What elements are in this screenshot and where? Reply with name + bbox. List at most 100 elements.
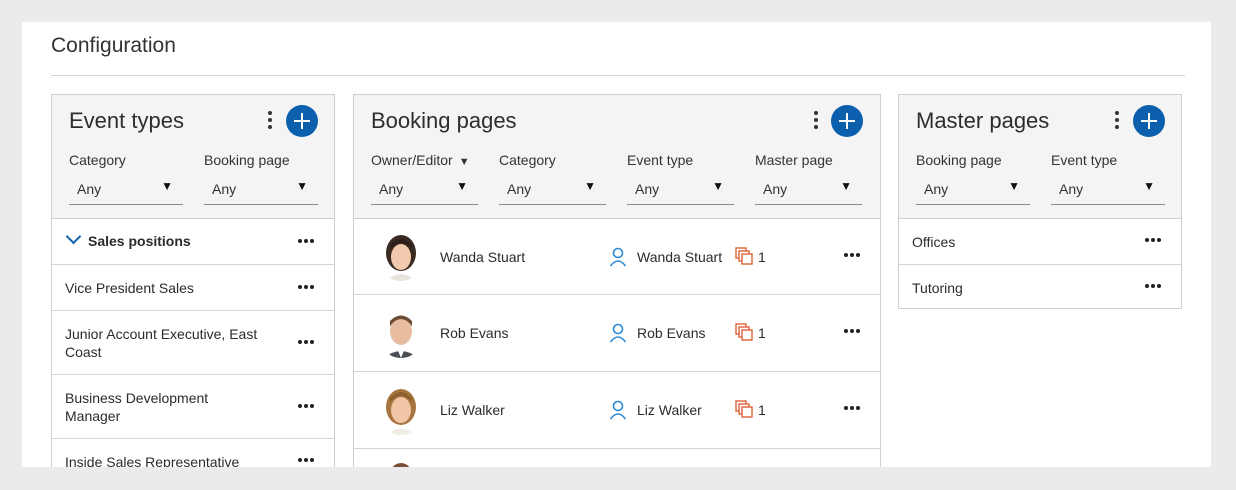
more-options-icon[interactable] — [298, 340, 318, 346]
more-options-icon[interactable] — [844, 406, 864, 412]
copies-count: 1 — [758, 249, 766, 265]
list-item[interactable]: Offices — [899, 219, 1181, 265]
filter-label: Booking page — [916, 152, 1002, 168]
booking-pages-filter-category: Category Any ▼ — [499, 152, 606, 205]
owner-name: Liz Walker — [637, 402, 702, 418]
select-value: Any — [635, 181, 660, 197]
list-item-label: Tutoring — [912, 280, 963, 296]
configuration-sheet: Configuration Event types Category Any ▼… — [22, 22, 1211, 467]
more-options-icon[interactable] — [844, 253, 864, 259]
more-options-icon[interactable] — [298, 404, 318, 410]
booking-pages-filter-master-page: Master page Any ▼ — [755, 152, 862, 205]
select-value: Any — [77, 181, 102, 197]
more-options-icon[interactable] — [844, 329, 864, 335]
master-pages-filter-event-type: Event type Any ▼ — [1051, 152, 1165, 205]
caret-down-icon: ▼ — [712, 179, 724, 193]
booking-pages-filter-event-type: Event type Any ▼ — [627, 152, 734, 205]
select-value: Any — [924, 181, 949, 197]
copy-icon — [735, 247, 753, 265]
select-value: Any — [507, 181, 532, 197]
copy-icon — [735, 400, 753, 418]
master-pages-menu-icon[interactable] — [1113, 111, 1121, 133]
booking-page-name: Wanda Stuart — [440, 249, 526, 265]
select-value: Any — [212, 181, 237, 197]
filter-label: Owner/Editor ▼ — [371, 152, 478, 174]
booking-page-row[interactable]: Liz Walker Liz Walker 1 — [354, 372, 880, 449]
select-value: Any — [1059, 181, 1084, 197]
event-type-select[interactable]: Any ▼ — [627, 174, 734, 205]
booking-pages-menu-icon[interactable] — [812, 111, 820, 133]
event-types-filter-category: Category Any ▼ — [69, 152, 183, 205]
list-item-label: Inside Sales Representative — [65, 454, 240, 467]
booking-pages-title: Booking pages — [371, 108, 517, 133]
caret-down-icon[interactable]: ▼ — [459, 156, 470, 168]
group-row-sales-positions[interactable]: Sales positions — [52, 219, 334, 265]
filter-label: Category — [499, 152, 556, 168]
copy-icon — [735, 323, 753, 341]
event-types-panel: Event types Category Any ▼ Booking page … — [51, 94, 335, 467]
master-pages-panel: Master pages Booking page Any ▼ Event ty… — [898, 94, 1182, 309]
title-divider — [51, 75, 1185, 76]
copies-count: 1 — [758, 325, 766, 341]
master-pages-header: Master pages Booking page Any ▼ Event ty… — [899, 95, 1181, 219]
booking-page-name: Liz Walker — [440, 402, 505, 418]
master-page-select[interactable]: Any ▼ — [755, 174, 862, 205]
filter-label: Event type — [1051, 152, 1118, 168]
filter-label: Booking page — [204, 152, 290, 168]
caret-down-icon: ▼ — [456, 179, 468, 193]
user-icon — [609, 323, 627, 343]
group-label: Sales positions — [88, 233, 191, 249]
copies-count: 1 — [758, 402, 766, 418]
booking-page-name: Rob Evans — [440, 325, 509, 341]
owner-name: Rob Evans — [637, 325, 706, 341]
event-types-menu-icon[interactable] — [266, 111, 274, 133]
list-item-label: Offices — [912, 234, 956, 250]
caret-down-icon: ▼ — [840, 179, 852, 193]
more-options-icon[interactable] — [1145, 238, 1165, 244]
list-item[interactable]: Vice President Sales — [52, 265, 334, 311]
booking-page-select[interactable]: Any ▼ — [204, 174, 318, 205]
avatar — [378, 463, 424, 467]
more-options-icon[interactable] — [298, 285, 318, 291]
select-value: Any — [379, 181, 404, 197]
owner-editor-select[interactable]: Any ▼ — [371, 174, 478, 205]
category-select[interactable]: Any ▼ — [69, 174, 183, 205]
event-types-filter-booking-page: Booking page Any ▼ — [204, 152, 318, 205]
caret-down-icon: ▼ — [161, 179, 173, 193]
caret-down-icon: ▼ — [1008, 179, 1020, 193]
list-item-label: Vice President Sales — [65, 280, 194, 296]
booking-page-select[interactable]: Any ▼ — [916, 174, 1030, 205]
list-item[interactable]: Tutoring — [899, 265, 1181, 308]
booking-pages-header: Booking pages Owner/Editor ▼ Any ▼ Catego… — [354, 95, 880, 219]
add-master-page-button[interactable] — [1133, 105, 1165, 137]
list-item-label: Business Development Manager — [65, 390, 209, 424]
booking-page-row[interactable]: Rob Evans Rob Evans 1 — [354, 295, 880, 372]
add-event-type-button[interactable] — [286, 105, 318, 137]
booking-pages-filter-owner: Owner/Editor ▼ Any ▼ — [371, 152, 478, 205]
event-types-title: Event types — [69, 108, 184, 133]
master-pages-filter-booking-page: Booking page Any ▼ — [916, 152, 1030, 205]
booking-page-row[interactable]: Wanda Stuart Wanda Stuart 1 — [354, 219, 880, 295]
master-pages-title: Master pages — [916, 108, 1050, 133]
category-select[interactable]: Any ▼ — [499, 174, 606, 205]
list-item-label: Junior Account Executive, East Coast — [65, 326, 258, 360]
filter-label-text: Owner/Editor — [371, 152, 453, 168]
avatar — [378, 385, 424, 435]
chevron-down-icon[interactable] — [65, 228, 82, 245]
filter-label: Master page — [755, 152, 833, 168]
avatar — [378, 308, 424, 358]
list-item[interactable]: Business Development Manager — [52, 375, 334, 439]
select-value: Any — [763, 181, 788, 197]
list-item[interactable]: Inside Sales Representative — [52, 439, 334, 467]
more-options-icon[interactable] — [298, 239, 318, 245]
user-icon — [609, 400, 627, 420]
more-options-icon[interactable] — [1145, 284, 1165, 290]
event-type-select[interactable]: Any ▼ — [1051, 174, 1165, 205]
add-booking-page-button[interactable] — [831, 105, 863, 137]
event-types-header: Event types Category Any ▼ Booking page … — [52, 95, 334, 219]
more-options-icon[interactable] — [298, 458, 318, 464]
list-item[interactable]: Junior Account Executive, East Coast — [52, 311, 334, 375]
owner-name: Wanda Stuart — [637, 249, 723, 265]
booking-page-row[interactable] — [354, 449, 880, 467]
caret-down-icon: ▼ — [296, 179, 308, 193]
